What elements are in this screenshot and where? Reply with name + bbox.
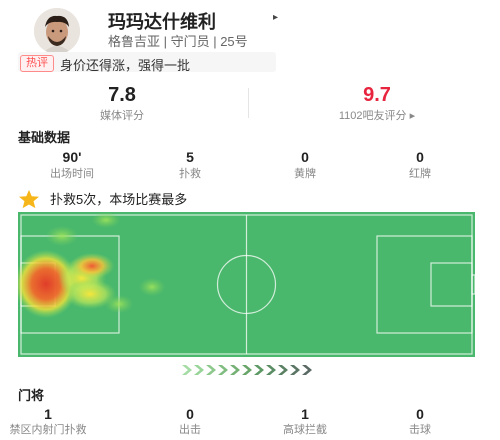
- chevron-right-icon: [206, 365, 216, 375]
- fan-score-label[interactable]: 1102吧友评分 ▸: [316, 107, 438, 123]
- media-score: 7.8: [108, 84, 136, 106]
- gk-stat-value-punches: 0: [416, 406, 424, 422]
- player-info: 格鲁吉亚 | 守门员 | 25号: [108, 34, 248, 49]
- pitch-svg: [18, 212, 475, 355]
- stat-value-yellow: 0: [301, 149, 309, 165]
- gk-stat-value-box-saves: 1: [44, 406, 52, 422]
- basic-stats-title: 基础数据: [18, 130, 71, 145]
- stat-label-saves: 扑救: [179, 168, 201, 180]
- carousel-indicator[interactable]: [180, 363, 320, 381]
- rating-divider: [248, 88, 249, 118]
- chevron-right-icon: [254, 365, 264, 375]
- fan-score: 9.7: [363, 84, 391, 106]
- chevron-right-icon: [230, 365, 240, 375]
- stat-label-yellow: 黄牌: [294, 168, 316, 180]
- gk-stat-label-claims: 高球拦截: [283, 424, 327, 436]
- highlight-text: 扑救5次，本场比赛最多: [50, 192, 188, 207]
- star-icon: [18, 189, 40, 214]
- gk-stat-value-claims: 1: [301, 406, 309, 422]
- heatmap-blobs: [18, 212, 165, 318]
- chevron-right-icon: [194, 365, 204, 375]
- chevron-right-icon: [302, 365, 312, 375]
- stat-value-red: 0: [416, 149, 424, 165]
- gk-stat-label-box-saves: 禁区内射门扑救: [9, 424, 87, 436]
- heatmap-pitch: [18, 212, 475, 357]
- chevron-right-icon: [182, 365, 192, 375]
- chevron-right-icon: [218, 365, 228, 375]
- stat-label-minutes: 出场时间: [50, 168, 94, 180]
- hot-comment-text: 身价还得涨，强得一批: [60, 58, 191, 73]
- player-detail-arrow[interactable]: ▸: [273, 12, 278, 23]
- stat-label-red: 红牌: [409, 168, 431, 180]
- chevron-right-icon: [278, 365, 288, 375]
- media-score-label: 媒体评分: [100, 110, 144, 122]
- chevron-right-icon: [290, 365, 300, 375]
- player-avatar: [34, 8, 80, 54]
- stat-value-saves: 5: [186, 149, 194, 165]
- player-photo: [34, 8, 80, 54]
- gk-stat-value-sweeps: 0: [186, 406, 194, 422]
- chevron-right-icon: [242, 365, 252, 375]
- stat-value-minutes: 90': [62, 149, 82, 165]
- chevron-right-icon: [266, 365, 276, 375]
- gk-stat-label-punches: 击球: [409, 424, 431, 436]
- gk-stat-label-sweeps: 出击: [179, 424, 201, 436]
- goalkeeper-stats-title: 门将: [18, 388, 45, 403]
- hot-comment-badge: 热评: [20, 55, 54, 72]
